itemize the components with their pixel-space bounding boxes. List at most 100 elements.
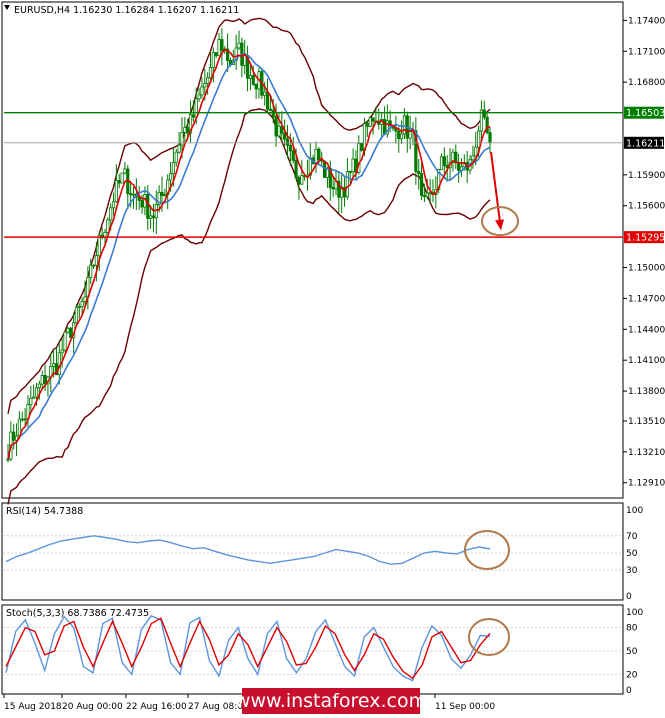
resistance-label: 1.16503 xyxy=(626,108,665,119)
candle-body xyxy=(243,55,247,66)
candle-body xyxy=(74,306,79,324)
rsi-panel xyxy=(1,502,624,601)
candle-body xyxy=(197,94,201,100)
candle-body xyxy=(163,194,167,196)
candle-body xyxy=(66,327,70,333)
candle-body xyxy=(120,172,124,184)
candle-body xyxy=(348,171,352,173)
candle-body xyxy=(191,114,195,118)
y-tick-label: 1.15600 xyxy=(628,202,665,212)
candle-body xyxy=(365,123,369,127)
y-tick-label: 1.12910 xyxy=(628,479,665,489)
candle-body xyxy=(109,207,113,221)
candle-body xyxy=(140,199,144,208)
candle-body xyxy=(351,158,355,173)
candle-body xyxy=(277,125,281,137)
candle-body xyxy=(285,138,290,146)
candle-body xyxy=(111,201,116,209)
rsi-tick-label: 30 xyxy=(626,566,638,576)
candle-body xyxy=(123,168,127,174)
candle-body xyxy=(425,192,429,198)
candle-body xyxy=(442,156,446,166)
candle-body xyxy=(177,144,181,153)
x-tick-label: 15 Aug 2018 xyxy=(4,702,62,712)
candle-body xyxy=(291,150,295,161)
x-tick-label: 11 Sep 00:00 xyxy=(435,702,495,712)
candle-body xyxy=(12,431,16,441)
candle-body xyxy=(183,127,187,133)
candle-body xyxy=(476,130,481,148)
candle-body xyxy=(271,110,275,117)
candle-body xyxy=(331,187,335,190)
candle-body xyxy=(220,39,224,51)
candle-body xyxy=(322,160,327,178)
y-tick-label: 1.13210 xyxy=(628,448,665,458)
candle-body xyxy=(117,180,121,184)
candle-body xyxy=(151,215,156,219)
stoch-tick-label: 0 xyxy=(626,686,632,696)
candle-body xyxy=(69,327,73,339)
candle-body xyxy=(265,91,270,110)
y-tick-label: 1.13510 xyxy=(628,417,665,427)
x-tick-label: 20 Aug 00:00 xyxy=(62,702,123,712)
candle-body xyxy=(274,116,278,137)
candle-body xyxy=(297,177,301,185)
candle-body xyxy=(6,458,10,461)
candle-body xyxy=(397,130,401,140)
candle-body xyxy=(20,418,24,421)
current-price-label: 1.16211 xyxy=(626,138,665,149)
candle-body xyxy=(174,151,178,164)
candle-body xyxy=(345,171,349,198)
candle-body xyxy=(419,173,424,196)
candle-body xyxy=(29,397,33,405)
candle-body xyxy=(52,363,56,367)
y-tick-label: 1.17100 xyxy=(628,47,665,57)
rsi-tick-label: 0 xyxy=(626,592,632,602)
candle-body xyxy=(214,52,218,57)
candle-body xyxy=(171,162,176,175)
stoch-tick-label: 50 xyxy=(626,647,638,657)
support-label: 1.15295 xyxy=(626,233,665,244)
candle-body xyxy=(186,127,190,134)
symbol-header: EURUSD,H4 1.16230 1.16284 1.16207 1.1621… xyxy=(14,5,239,16)
stoch-tick-label: 20 xyxy=(626,670,638,680)
candle-body xyxy=(382,118,387,135)
candle-body xyxy=(360,142,364,151)
candle-body xyxy=(482,109,486,118)
y-tick-label: 1.14400 xyxy=(628,325,665,335)
candle-body xyxy=(217,39,221,57)
candle-body xyxy=(77,306,81,308)
candle-body xyxy=(457,162,461,171)
candle-body xyxy=(114,180,118,203)
rsi-tick-label: 50 xyxy=(626,549,638,559)
x-tick-label: 22 Aug 16:00 xyxy=(126,702,187,712)
candle-body xyxy=(248,75,253,79)
candle-body xyxy=(60,349,64,354)
candle-body xyxy=(314,148,318,165)
chart-window: EURUSD,H4 1.16230 1.16284 1.16207 1.1621… xyxy=(0,0,665,718)
candle-body xyxy=(471,155,475,161)
candle-body xyxy=(268,108,272,111)
candle-body xyxy=(149,215,153,219)
watermark: www.instaforex.com xyxy=(235,690,427,712)
candle-body xyxy=(439,156,444,170)
candle-body xyxy=(43,375,47,385)
y-tick-label: 1.17400 xyxy=(628,16,665,26)
rsi-header: RSI(14) 54.7388 xyxy=(6,506,83,517)
stoch-header: Stoch(5,3,3) 68.7386 72.4735 xyxy=(6,608,149,619)
candle-body xyxy=(160,191,164,196)
candle-body xyxy=(168,173,173,181)
candle-body xyxy=(83,296,87,302)
candle-body xyxy=(288,144,292,152)
candle-body xyxy=(97,234,101,257)
candle-body xyxy=(211,52,215,68)
candle-body xyxy=(283,132,287,140)
candle-body xyxy=(206,77,210,84)
candle-body xyxy=(237,42,241,49)
candle-body xyxy=(263,91,267,96)
candle-body xyxy=(208,66,213,79)
candle-body xyxy=(488,132,492,144)
y-tick-label: 1.14700 xyxy=(628,294,665,304)
y-tick-label: 1.13800 xyxy=(628,387,665,397)
y-tick-label: 1.15000 xyxy=(628,264,665,274)
